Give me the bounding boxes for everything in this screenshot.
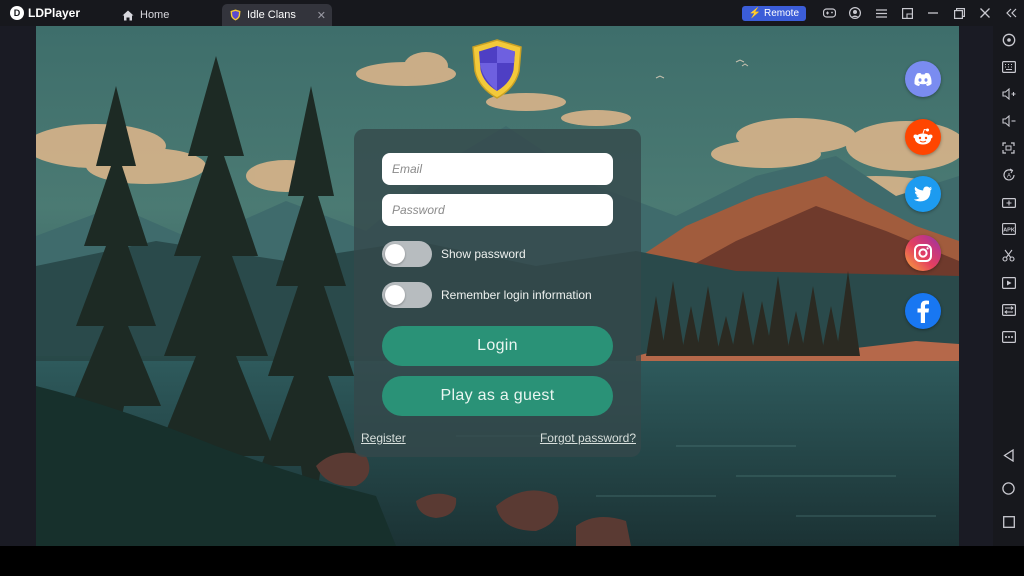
- idle-clans-logo-icon: [472, 39, 522, 99]
- app-logo: D LDPlayer: [0, 6, 110, 20]
- scissors-icon[interactable]: [993, 242, 1024, 269]
- email-field[interactable]: [382, 153, 613, 185]
- add-app-icon[interactable]: [993, 188, 1024, 215]
- settings-icon[interactable]: [993, 26, 1024, 53]
- record-icon[interactable]: [993, 269, 1024, 296]
- switch-knob: [385, 244, 405, 264]
- app-name: LDPlayer: [28, 6, 81, 20]
- lightning-icon: ⚡: [748, 7, 761, 19]
- minimize-icon[interactable]: [920, 0, 946, 26]
- restore-icon[interactable]: [946, 0, 972, 26]
- android-nav-buttons: [993, 445, 1024, 532]
- forgot-password-link[interactable]: Forgot password?: [540, 431, 636, 445]
- gamepad-icon[interactable]: [816, 0, 842, 26]
- rotate-icon[interactable]: A: [993, 161, 1024, 188]
- menu-icon[interactable]: [868, 0, 894, 26]
- home-icon: [122, 10, 134, 20]
- close-icon[interactable]: [972, 0, 998, 26]
- reddit-button[interactable]: [905, 119, 941, 155]
- fullscreen-icon[interactable]: [993, 134, 1024, 161]
- show-password-switch[interactable]: [382, 241, 432, 267]
- remember-login-label: Remember login information: [441, 288, 592, 302]
- discord-icon: [914, 72, 932, 86]
- ldplayer-window: D LDPlayer Home Idle Clans ✕ ⚡ Remote Em…: [0, 0, 1024, 576]
- window-mode-icon[interactable]: [894, 0, 920, 26]
- show-password-label: Show password: [441, 247, 526, 261]
- remember-login-switch[interactable]: [382, 282, 432, 308]
- instagram-button[interactable]: [905, 235, 941, 271]
- switch-knob: [385, 285, 405, 305]
- tab-close-icon[interactable]: ✕: [317, 9, 326, 22]
- twitter-button[interactable]: [905, 176, 941, 212]
- twitter-icon: [913, 186, 932, 202]
- reddit-icon: [913, 128, 933, 145]
- letterbox-left: [0, 26, 36, 546]
- password-field[interactable]: [382, 194, 613, 226]
- remote-button[interactable]: ⚡ Remote: [741, 5, 806, 21]
- svg-text:APK: APK: [1003, 227, 1015, 233]
- volume-down-icon[interactable]: [993, 107, 1024, 134]
- volume-up-icon[interactable]: [993, 80, 1024, 107]
- keyboard-icon[interactable]: [993, 53, 1024, 80]
- collapse-sidebar-icon[interactable]: [998, 0, 1024, 26]
- apk-icon[interactable]: APK: [993, 215, 1024, 242]
- tab-home-label: Home: [140, 9, 170, 21]
- bottom-bar: [0, 546, 1024, 576]
- emulator-sidebar: A APK: [993, 26, 1024, 546]
- ldplayer-logo-icon: D: [10, 6, 24, 20]
- tab-idle-clans[interactable]: Idle Clans ✕: [222, 4, 332, 26]
- idle-clans-shield-icon: [230, 9, 241, 21]
- more-icon[interactable]: [993, 323, 1024, 350]
- facebook-icon: [917, 300, 929, 323]
- svg-text:A: A: [1006, 173, 1010, 179]
- tab-idle-clans-label: Idle Clans: [247, 9, 296, 21]
- account-icon[interactable]: [842, 0, 868, 26]
- remember-login-toggle-row[interactable]: Remember login information: [382, 282, 592, 308]
- register-link[interactable]: Register: [361, 431, 406, 445]
- letterbox-right: [959, 26, 993, 546]
- tab-home[interactable]: Home: [110, 4, 222, 26]
- play-as-guest-button[interactable]: Play as a guest: [382, 376, 613, 416]
- home-circle-icon[interactable]: [993, 478, 1024, 499]
- game-viewport[interactable]: Show password Remember login information…: [36, 26, 959, 546]
- remote-label: Remote: [763, 7, 799, 19]
- show-password-toggle-row[interactable]: Show password: [382, 241, 526, 267]
- recent-apps-icon[interactable]: [993, 511, 1024, 532]
- facebook-button[interactable]: [905, 293, 941, 329]
- discord-button[interactable]: [905, 61, 941, 97]
- title-bar: D LDPlayer Home Idle Clans ✕ ⚡ Remote: [0, 0, 1024, 26]
- login-panel: Show password Remember login information…: [354, 129, 641, 457]
- login-button[interactable]: Login: [382, 326, 613, 366]
- instagram-icon: [914, 244, 932, 262]
- back-icon[interactable]: [993, 445, 1024, 466]
- sync-icon[interactable]: [993, 296, 1024, 323]
